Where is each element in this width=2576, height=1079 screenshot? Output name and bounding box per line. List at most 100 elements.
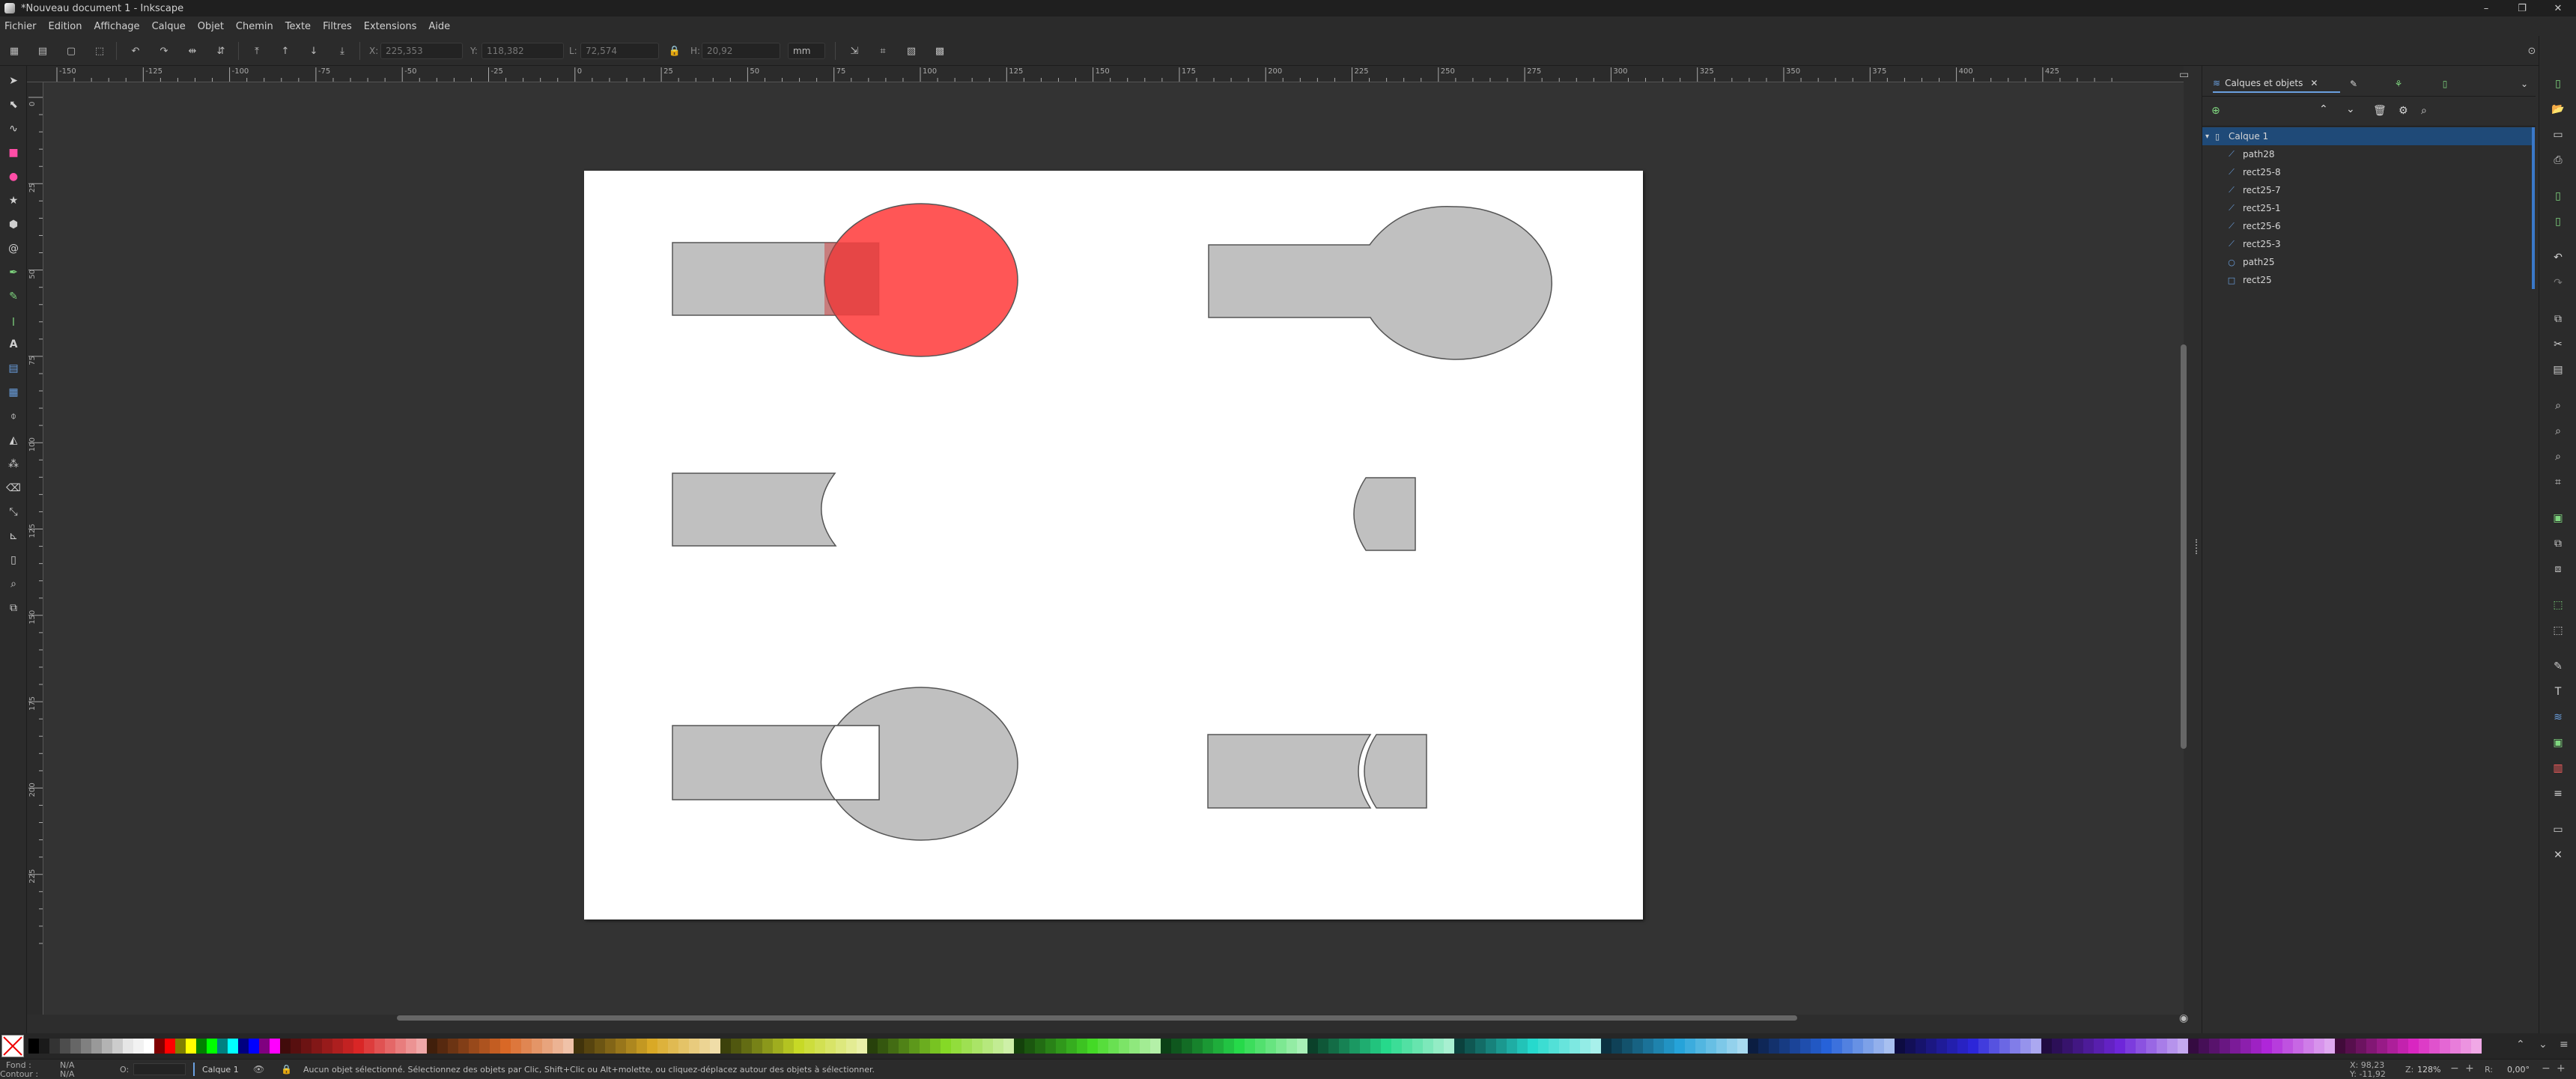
current-layer[interactable]: Calque 1 (202, 1065, 239, 1075)
color-swatch[interactable] (312, 1039, 322, 1054)
print-icon[interactable]: ⎙ (2549, 151, 2567, 169)
color-swatch[interactable] (574, 1039, 584, 1054)
zoom-out-icon[interactable]: − (2450, 1063, 2459, 1075)
zoom-selection-icon[interactable]: ⌕ (2549, 397, 2567, 415)
color-swatch[interactable] (1003, 1039, 1014, 1054)
menu-texte[interactable]: Texte (285, 21, 311, 32)
color-swatch[interactable] (1035, 1039, 1045, 1054)
color-swatch[interactable] (2157, 1039, 2167, 1054)
3d-box-tool-icon[interactable]: ⬢ (4, 216, 22, 234)
clone-icon[interactable]: ⧉ (2549, 535, 2567, 553)
color-swatch[interactable] (2314, 1039, 2324, 1054)
color-swatch[interactable] (1213, 1039, 1224, 1054)
swatches[interactable] (28, 1039, 2482, 1054)
list-item[interactable]: ⟋ rect25-1 (2202, 199, 2532, 217)
color-swatch[interactable] (2146, 1039, 2157, 1054)
color-swatch[interactable] (1863, 1039, 1874, 1054)
rotate-ccw-icon[interactable]: ↶ (127, 43, 144, 59)
color-swatch[interactable] (2010, 1039, 2020, 1054)
color-swatch[interactable] (815, 1039, 825, 1054)
list-item[interactable]: ○ path25 (2202, 253, 2532, 271)
color-swatch[interactable] (2031, 1039, 2041, 1054)
color-swatch[interactable] (70, 1039, 81, 1054)
color-swatch[interactable] (1895, 1039, 1905, 1054)
color-swatch[interactable] (1622, 1039, 1632, 1054)
color-swatch[interactable] (1926, 1039, 1936, 1054)
pencil-tool-icon[interactable]: ✎ (4, 288, 22, 306)
color-swatch[interactable] (2104, 1039, 2115, 1054)
zoom-drawing-icon[interactable]: ⌕ (2549, 422, 2567, 440)
color-swatch[interactable] (1559, 1039, 1570, 1054)
unlink-clone-icon[interactable]: ⧈ (2549, 560, 2567, 578)
x-field[interactable]: 225,353 (380, 43, 463, 59)
color-swatch[interactable] (2408, 1039, 2419, 1054)
zoom-tool-icon[interactable]: ⌕ (4, 575, 22, 593)
color-swatch[interactable] (595, 1039, 605, 1054)
color-swatch[interactable] (1653, 1039, 1664, 1054)
color-swatch[interactable] (710, 1039, 720, 1054)
color-swatch[interactable] (2199, 1039, 2209, 1054)
color-swatch[interactable] (1402, 1039, 1412, 1054)
menu-objet[interactable]: Objet (198, 21, 224, 32)
color-swatch[interactable] (783, 1039, 794, 1054)
calligraphy-tool-icon[interactable]: ꞁ (4, 311, 22, 329)
color-swatch[interactable] (1066, 1039, 1077, 1054)
color-swatch[interactable] (1328, 1039, 1339, 1054)
color-swatch[interactable] (804, 1039, 815, 1054)
gradient-tool-icon[interactable]: ▤ (4, 359, 22, 377)
color-swatch[interactable] (28, 1039, 39, 1054)
color-swatch[interactable] (2230, 1039, 2241, 1054)
color-swatch[interactable] (322, 1039, 332, 1054)
color-swatch[interactable] (1150, 1039, 1161, 1054)
fill-stroke-icon[interactable]: ✎ (2549, 657, 2567, 675)
color-swatch[interactable] (196, 1039, 207, 1054)
pen-tool-icon[interactable]: ✒ (4, 264, 22, 282)
undo-icon[interactable]: ↶ (2549, 249, 2567, 267)
color-swatch[interactable] (1528, 1039, 1538, 1054)
color-swatch[interactable] (857, 1039, 867, 1054)
raise-to-top-icon[interactable]: ⤒ (249, 43, 265, 59)
color-swatch[interactable] (2398, 1039, 2408, 1054)
color-swatch[interactable] (385, 1039, 395, 1054)
color-swatch[interactable] (699, 1039, 710, 1054)
color-swatch[interactable] (1203, 1039, 1213, 1054)
color-swatch[interactable] (1098, 1039, 1108, 1054)
color-swatch[interactable] (374, 1039, 385, 1054)
color-swatch[interactable] (2272, 1039, 2282, 1054)
color-swatch[interactable] (469, 1039, 479, 1054)
color-swatch[interactable] (878, 1039, 888, 1054)
color-swatch[interactable] (1129, 1039, 1140, 1054)
lpe-tool-icon[interactable]: ⧉ (4, 599, 22, 617)
color-swatch[interactable] (353, 1039, 364, 1054)
color-swatch[interactable] (657, 1039, 668, 1054)
transform-patterns-icon[interactable]: ▩ (932, 43, 948, 59)
color-swatch[interactable] (941, 1039, 951, 1054)
color-swatch[interactable] (1811, 1039, 1821, 1054)
lower-to-bottom-icon[interactable]: ⤓ (334, 43, 350, 59)
color-swatch[interactable] (1119, 1039, 1129, 1054)
color-swatch[interactable] (1790, 1039, 1800, 1054)
no-paint-swatch[interactable] (1, 1035, 24, 1057)
color-swatch[interactable] (867, 1039, 878, 1054)
palette-menu-icon[interactable]: ≡ (2560, 1039, 2569, 1051)
color-swatch[interactable] (364, 1039, 374, 1054)
y-field[interactable]: 118,382 (482, 43, 564, 59)
color-swatch[interactable] (228, 1039, 238, 1054)
color-swatch[interactable] (332, 1039, 343, 1054)
color-swatch[interactable] (1758, 1039, 1769, 1054)
color-swatch[interactable] (605, 1039, 616, 1054)
color-swatch[interactable] (2220, 1039, 2230, 1054)
color-swatch[interactable] (2335, 1039, 2345, 1054)
color-swatch[interactable] (39, 1039, 49, 1054)
color-swatch[interactable] (1706, 1039, 1716, 1054)
redo-icon[interactable]: ↷ (2549, 274, 2567, 292)
color-swatch[interactable] (2125, 1039, 2136, 1054)
color-swatch[interactable] (217, 1039, 228, 1054)
path28[interactable] (1207, 734, 1372, 809)
color-swatch[interactable] (1800, 1039, 1811, 1054)
color-swatch[interactable] (2282, 1039, 2293, 1054)
color-swatch[interactable] (1056, 1039, 1066, 1054)
display-mode-icon[interactable]: ▭ (2179, 69, 2189, 81)
color-swatch[interactable] (888, 1039, 899, 1054)
color-swatch[interactable] (2241, 1039, 2251, 1054)
